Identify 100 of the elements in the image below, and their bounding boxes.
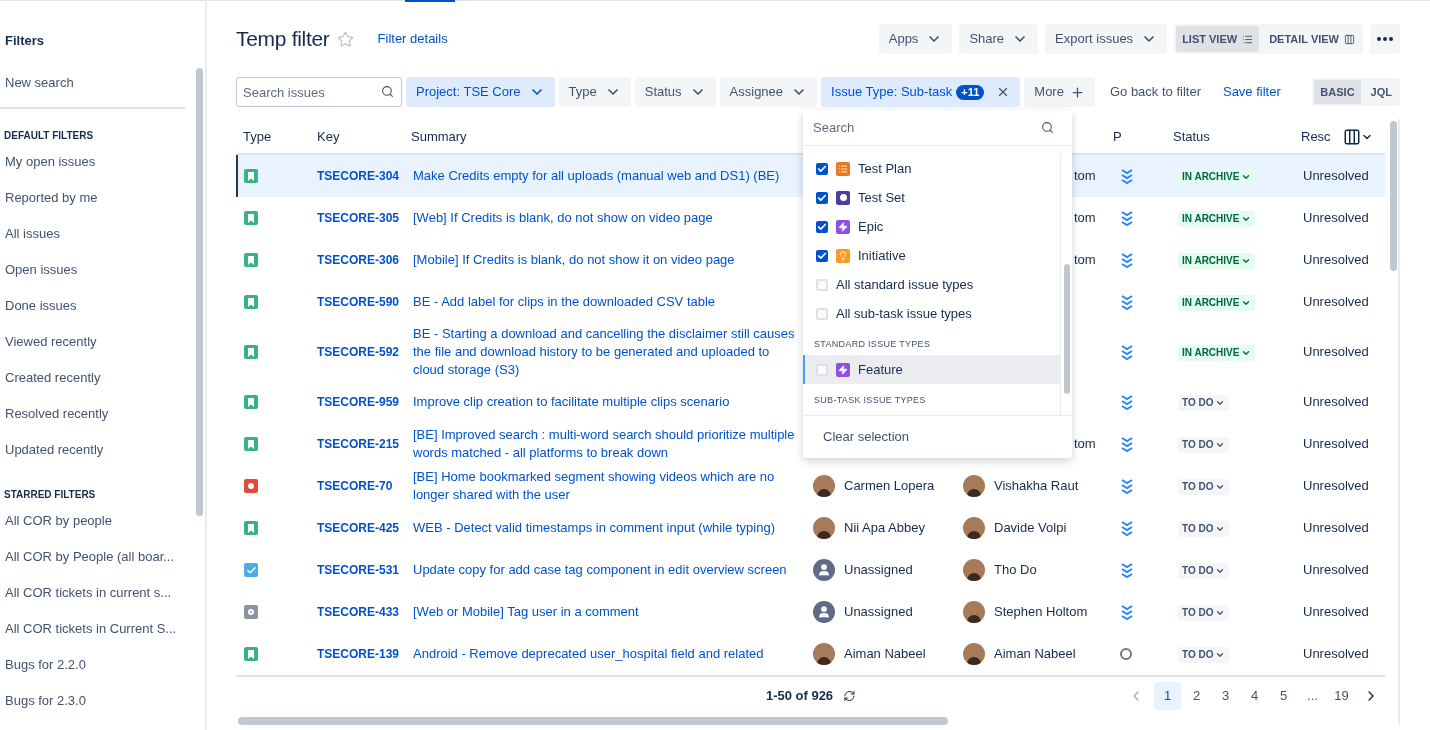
page-button[interactable]: 19	[1328, 682, 1355, 710]
star-icon[interactable]	[336, 30, 354, 48]
issue-key[interactable]: TSECORE-304	[312, 167, 406, 185]
issue-key[interactable]: TSECORE-433	[312, 603, 406, 621]
issue-key[interactable]: TSECORE-70	[312, 477, 406, 495]
filter-details-link[interactable]: Filter details	[377, 29, 448, 49]
sidebar-item[interactable]: Reported by me	[0, 180, 185, 216]
issue-summary[interactable]: BE - Starting a download and cancelling the disclaimer still causes the file and download history to be generated and uploaded to cloud storage (S3)	[406, 323, 806, 381]
page-button[interactable]: 2	[1183, 682, 1210, 710]
view-toggle[interactable]: LIST VIEW	[1176, 26, 1260, 52]
more-button[interactable]	[1370, 24, 1400, 54]
status-lozenge[interactable]: TO DO	[1178, 562, 1230, 579]
issue-key[interactable]: TSECORE-305	[312, 209, 406, 227]
filter-chip[interactable]: Type	[558, 77, 631, 107]
sidebar-scrollbar[interactable]	[196, 68, 203, 516]
column-header[interactable]: Key	[310, 127, 404, 147]
status-lozenge[interactable]: TO DO	[1178, 478, 1230, 495]
mode-toggle[interactable]: JQL	[1364, 80, 1398, 104]
issue-type-option[interactable]: Initiative	[803, 241, 1060, 270]
issue-summary[interactable]: Android - Remove deprecated user_hospital field and related	[406, 643, 806, 665]
issue-summary[interactable]: [BE] Improved search : multi-word search should prioritize multiple words matched - all platforms to break down	[406, 424, 806, 464]
save-filter-link[interactable]: Save filter	[1222, 82, 1281, 102]
sidebar-item[interactable]: Viewed recently	[0, 324, 185, 360]
issue-key[interactable]: TSECORE-306	[312, 251, 406, 269]
sidebar-item[interactable]: All issues	[0, 216, 185, 252]
checkbox[interactable]	[816, 307, 828, 320]
sidebar-item[interactable]: New search	[0, 65, 185, 101]
view-toggle[interactable]: DETAIL VIEW	[1263, 26, 1361, 52]
issue-type-option[interactable]: Test Set	[803, 183, 1060, 212]
status-lozenge[interactable]: TO DO	[1178, 436, 1230, 453]
checkbox[interactable]	[816, 162, 828, 175]
sidebar-item[interactable]: Open issues	[0, 252, 185, 288]
sidebar-item[interactable]: Bugs for 2.3.0	[0, 683, 185, 719]
status-lozenge[interactable]: TO DO	[1178, 394, 1230, 411]
issue-summary[interactable]: Improve clip creation to facilitate multiple clips scenario	[406, 391, 806, 413]
filter-chip[interactable]: Status	[634, 77, 716, 107]
sidebar-item[interactable]: All COR by people	[0, 503, 185, 539]
status-lozenge[interactable]: IN ARCHIVE	[1178, 210, 1256, 227]
horizontal-scrollbar[interactable]	[238, 717, 948, 725]
column-header[interactable]: Summary	[404, 127, 804, 147]
issue-type-option[interactable]: All sub-task issue types	[803, 299, 1060, 328]
action-button[interactable]: Share	[959, 24, 1039, 54]
status-lozenge[interactable]: IN ARCHIVE	[1178, 252, 1256, 269]
checkbox[interactable]	[816, 249, 828, 262]
filter-chip[interactable]: Project: TSE Core	[406, 77, 555, 107]
issue-summary[interactable]: [Web] If Credits is blank, do not show on video page	[406, 207, 806, 229]
status-lozenge[interactable]: IN ARCHIVE	[1178, 294, 1256, 311]
filter-chip[interactable]: Assignee	[719, 77, 818, 107]
column-header[interactable]: Status	[1166, 127, 1291, 147]
dropdown-search-field[interactable]: Search	[803, 110, 1072, 145]
search-field[interactable]: Search issues	[236, 77, 402, 107]
sidebar-item[interactable]: Resolved recently	[0, 396, 185, 432]
checkbox[interactable]	[816, 363, 828, 376]
sidebar-item[interactable]: Done issues	[0, 288, 185, 324]
sidebar-item[interactable]: Updated recently	[0, 432, 185, 468]
action-button[interactable]: Apps	[878, 24, 953, 54]
issue-summary[interactable]: [BE] Home bookmarked segment showing videos which are no longer shared with the user	[406, 466, 806, 506]
action-button[interactable]: Export issues	[1045, 24, 1168, 54]
status-lozenge[interactable]: IN ARCHIVE	[1178, 344, 1256, 361]
page-button[interactable]: 1	[1154, 682, 1181, 710]
page-button[interactable]: 3	[1212, 682, 1239, 710]
checkbox[interactable]	[816, 278, 828, 291]
checkbox[interactable]	[816, 220, 828, 233]
issue-key[interactable]: TSECORE-959	[312, 393, 406, 411]
issue-key[interactable]: TSECORE-425	[312, 519, 406, 537]
issue-key[interactable]: TSECORE-531	[312, 561, 406, 579]
issue-summary[interactable]: Update copy for add case tag component in edit overview screen	[406, 559, 806, 581]
page-button[interactable]: 4	[1241, 682, 1268, 710]
sidebar-item[interactable]: All COR tickets in Current S...	[0, 611, 185, 647]
page-button[interactable]: 5	[1270, 682, 1297, 710]
status-lozenge[interactable]: TO DO	[1178, 646, 1230, 663]
issue-key[interactable]: TSECORE-592	[312, 343, 406, 361]
issue-summary[interactable]: [Web or Mobile] Tag user in a comment	[406, 601, 806, 623]
column-picker-button[interactable]	[1342, 128, 1373, 146]
column-header[interactable]: Resc	[1301, 127, 1331, 147]
clear-selection-button[interactable]: Clear selection	[823, 427, 909, 447]
status-lozenge[interactable]: TO DO	[1178, 520, 1230, 537]
issue-summary[interactable]: [Mobile] If Credits is blank, do not show it on video page	[406, 249, 806, 271]
issue-type-option[interactable]: All standard issue types	[803, 270, 1060, 299]
checkbox[interactable]	[816, 191, 828, 204]
issue-summary[interactable]: WEB - Detect valid timestamps in comment input (while typing)	[406, 517, 806, 539]
issue-type-option[interactable]: Test Plan	[803, 154, 1060, 183]
sidebar-item[interactable]: Created recently	[0, 360, 185, 396]
issue-key[interactable]: TSECORE-590	[312, 293, 406, 311]
dropdown-scrollbar[interactable]	[1064, 264, 1070, 394]
status-lozenge[interactable]: TO DO	[1178, 604, 1230, 621]
issue-key[interactable]: TSECORE-139	[312, 645, 406, 663]
sidebar-item[interactable]: Bugs for 2.2.0	[0, 647, 185, 683]
issue-key[interactable]: TSECORE-215	[312, 435, 406, 453]
filter-chip[interactable]: Issue Type: Sub-task +11	[821, 77, 1021, 107]
column-header[interactable]: Type	[236, 127, 310, 147]
refresh-icon[interactable]	[843, 690, 856, 702]
sidebar-item[interactable]: All COR by People (all boar...	[0, 539, 185, 575]
issue-type-option[interactable]: Epic	[803, 212, 1060, 241]
sidebar-item[interactable]: My open issues	[0, 144, 185, 180]
filter-chip[interactable]: More	[1024, 77, 1095, 107]
issue-summary[interactable]: Make Credits empty for all uploads (manual web and DS1) (BE)	[406, 165, 806, 187]
status-lozenge[interactable]: IN ARCHIVE	[1178, 168, 1256, 185]
column-header[interactable]: P	[1106, 127, 1166, 147]
go-back-link[interactable]: Go back to filter	[1109, 82, 1201, 102]
